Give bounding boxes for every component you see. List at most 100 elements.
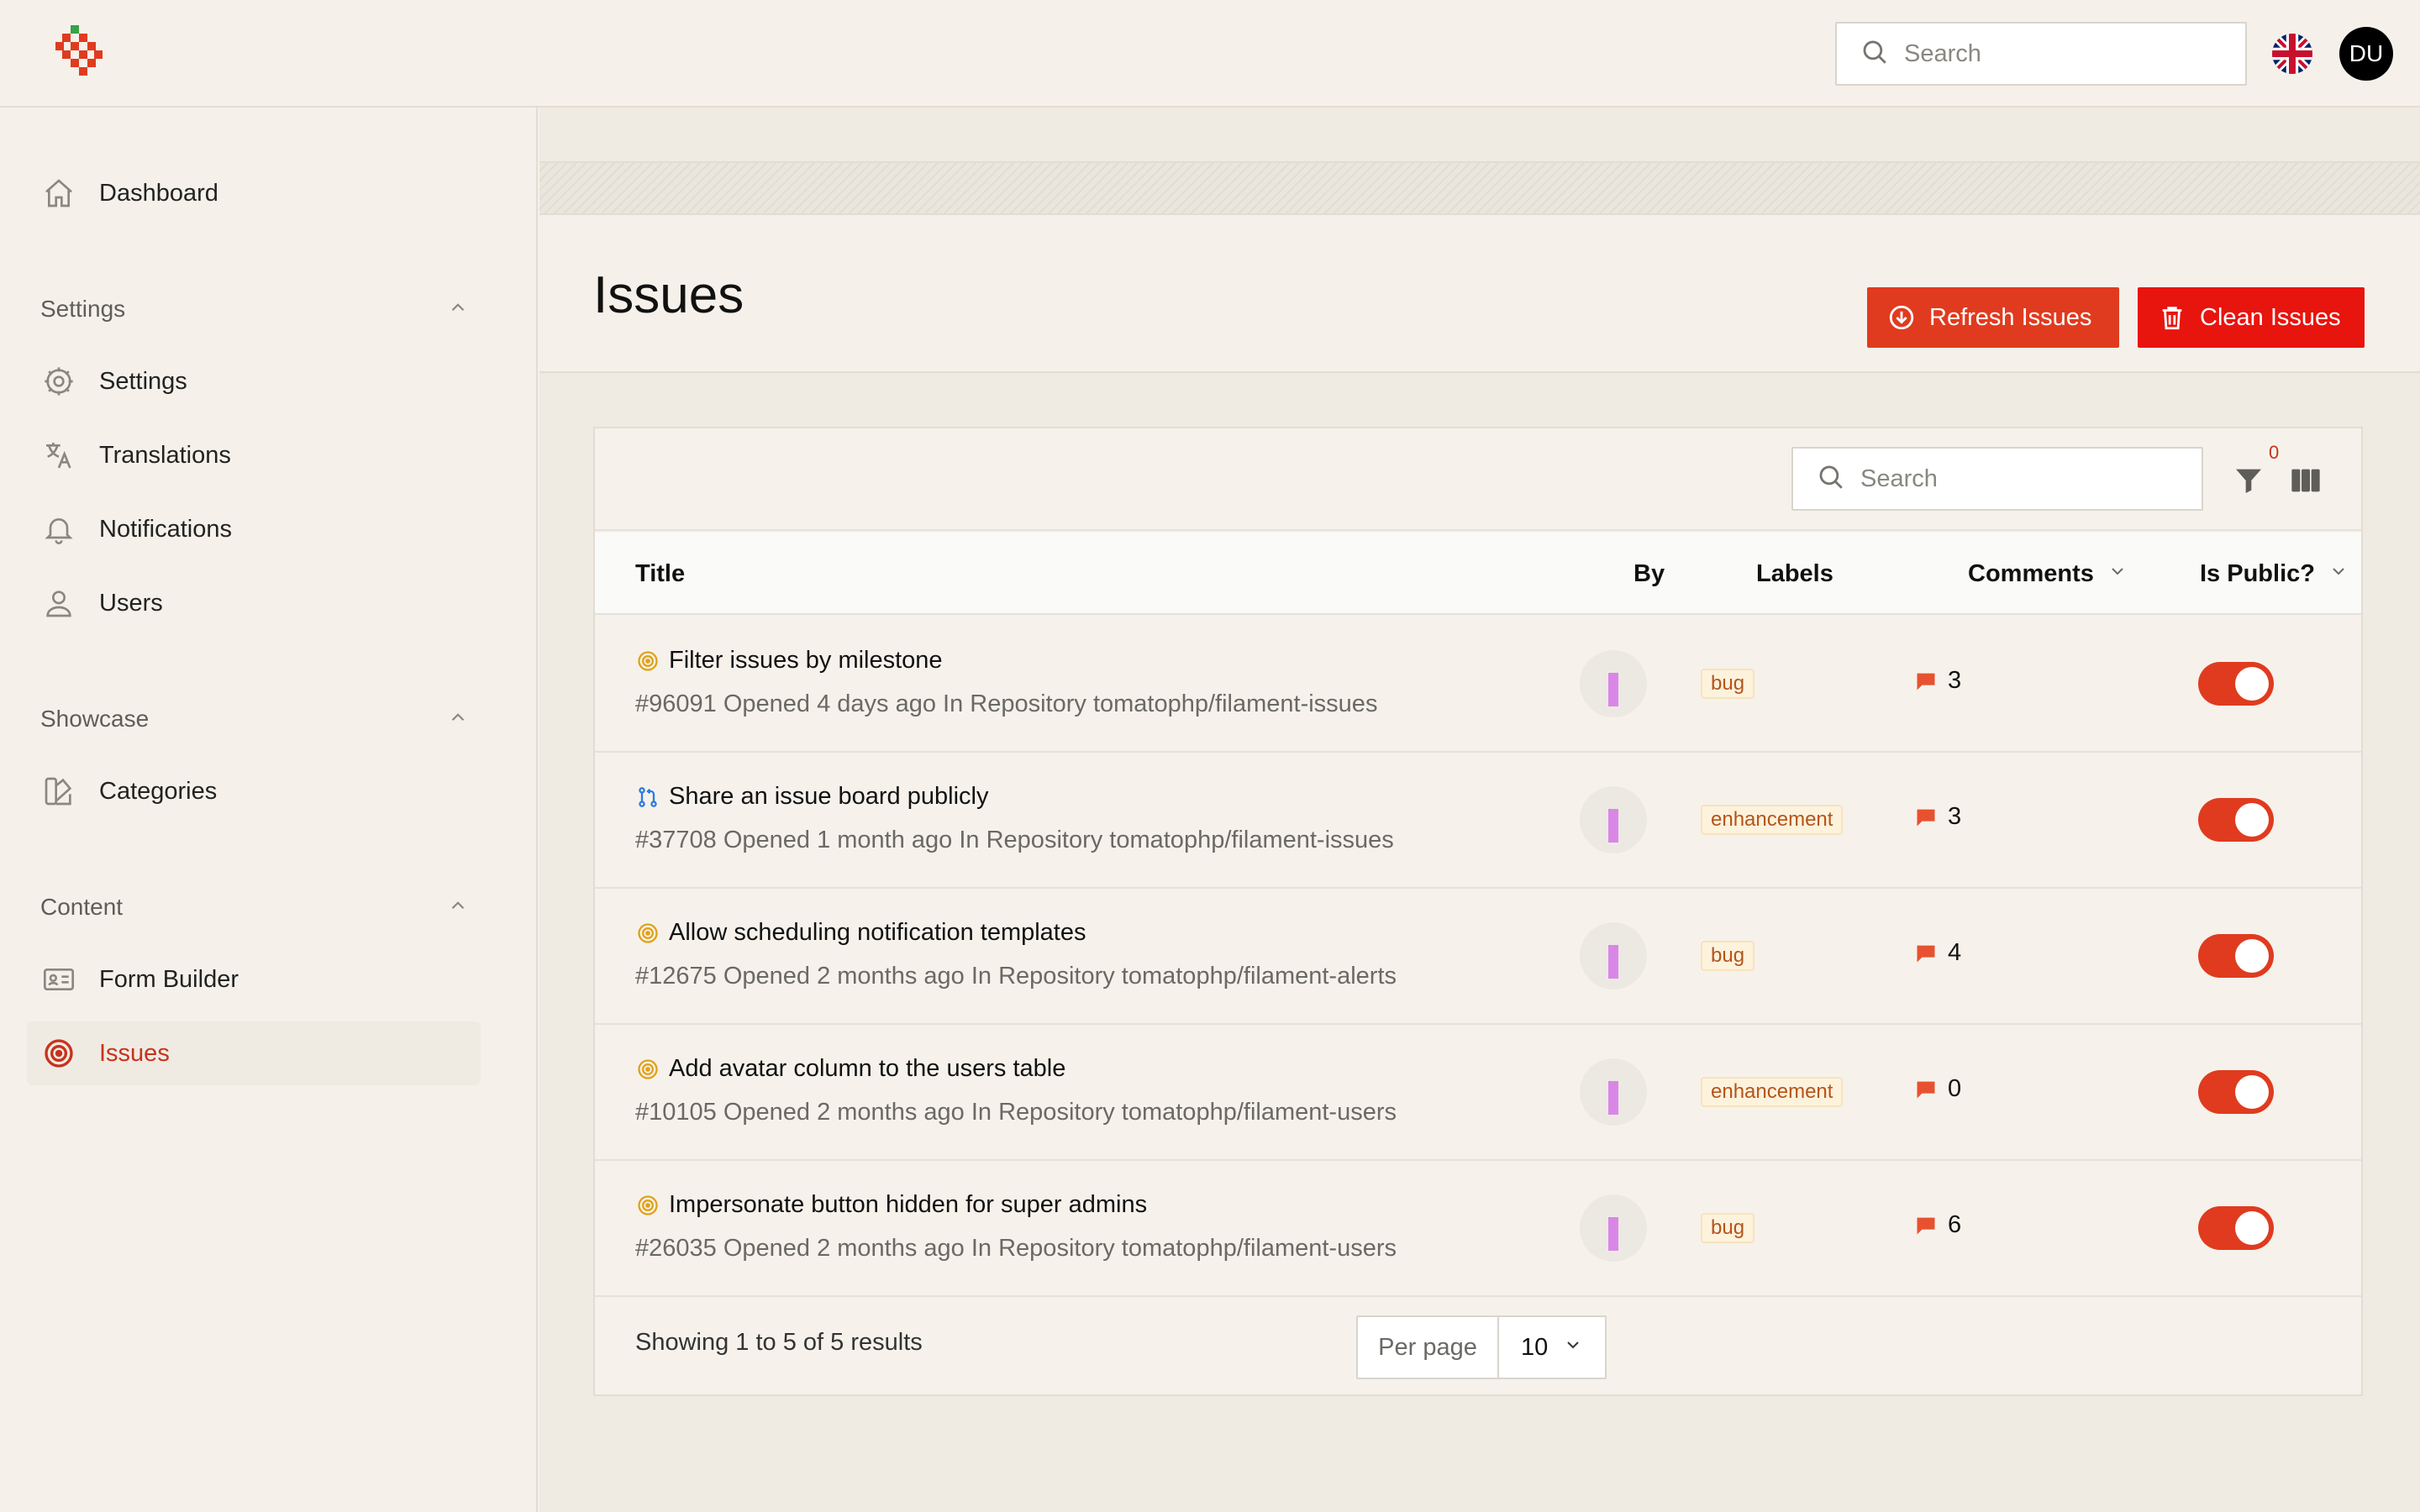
table-row[interactable]: Filter issues by milestone #96091 Opened…: [595, 617, 2361, 753]
sidebar-group-label: Showcase: [40, 706, 150, 732]
author-avatar: [1580, 922, 1647, 990]
sidebar-item-label: Translations: [99, 441, 231, 469]
issue-title-cell[interactable]: Add avatar column to the users table: [635, 1055, 1065, 1083]
sidebar-item-form-builder[interactable]: Form Builder: [27, 948, 481, 1011]
logo[interactable]: [55, 25, 106, 82]
sidebar-item-issues[interactable]: Issues: [27, 1021, 481, 1085]
issue-title-cell[interactable]: Impersonate button hidden for super admi…: [635, 1191, 1147, 1219]
table-row[interactable]: Impersonate button hidden for super admi…: [595, 1161, 2361, 1297]
sidebar-group-settings[interactable]: Settings: [40, 291, 469, 328]
is-public-toggle[interactable]: [2198, 934, 2274, 978]
issue-title: Add avatar column to the users table: [669, 1055, 1066, 1082]
comments-count: 0: [1914, 1075, 1961, 1103]
author-avatar: [1580, 1058, 1647, 1126]
user-icon: [40, 585, 77, 622]
sidebar-item-label: Notifications: [99, 515, 232, 543]
sidebar-item-label: Users: [99, 589, 163, 617]
comments-value: 6: [1948, 1211, 1962, 1238]
per-page-value-dropdown[interactable]: 10: [1499, 1317, 1605, 1378]
sidebar-item-label: Dashboard: [99, 179, 218, 207]
download-circle-icon: [1887, 303, 1916, 332]
comments-value: 3: [1948, 803, 1962, 830]
user-avatar[interactable]: DU: [2339, 27, 2393, 81]
issue-title: Impersonate button hidden for super admi…: [669, 1191, 1148, 1218]
column-by: By: [1634, 559, 1665, 587]
chevron-up-icon[interactable]: [447, 706, 469, 732]
comments-count: 3: [1914, 667, 1961, 695]
page-header: Issues Refresh Issues Clean Issues: [539, 215, 2420, 373]
issue-open-icon: [635, 1193, 660, 1218]
column-is-public: Is Public?: [2200, 559, 2315, 587]
gear-icon: [40, 363, 77, 400]
swatch-icon: [40, 773, 77, 810]
chevron-down-icon: [2107, 560, 2128, 588]
refresh-issues-button[interactable]: Refresh Issues: [1867, 287, 2119, 348]
sidebar-item-settings[interactable]: Settings: [27, 349, 481, 413]
sidebar-item-label: Settings: [99, 367, 187, 395]
filter-count-badge: 0: [2269, 442, 2280, 463]
table-row[interactable]: Add avatar column to the users table #10…: [595, 1025, 2361, 1161]
filter-icon[interactable]: [2232, 464, 2265, 497]
search-placeholder: Search: [1904, 39, 1981, 67]
clean-issues-label: Clean Issues: [2200, 303, 2341, 331]
issue-description: #96091 Opened 4 days ago In Repository t…: [635, 690, 1378, 717]
table-toolbar: Search 0: [595, 428, 2361, 531]
issue-title: Filter issues by milestone: [669, 647, 943, 674]
table-row[interactable]: Share an issue board publicly #37708 Ope…: [595, 753, 2361, 889]
top-bar: Search DU: [0, 0, 2420, 108]
issue-title-cell[interactable]: Allow scheduling notification templates: [635, 919, 1086, 947]
sidebar-item-dashboard[interactable]: Dashboard: [27, 161, 481, 225]
issue-description: #26035 Opened 2 months ago In Repository…: [635, 1235, 1397, 1262]
column-title: Title: [635, 559, 686, 587]
sidebar-item-notifications[interactable]: Notifications: [27, 497, 481, 561]
column-is-public-sort[interactable]: Is Public?: [2200, 533, 2349, 615]
issue-title-cell[interactable]: Share an issue board publicly: [635, 783, 988, 811]
is-public-toggle[interactable]: [2198, 662, 2274, 706]
column-comments-sort[interactable]: Comments: [1968, 533, 2128, 615]
results-summary: Showing 1 to 5 of 5 results: [635, 1329, 923, 1356]
issue-open-icon: [635, 648, 660, 674]
trash-icon: [2158, 303, 2186, 332]
chat-bubble-icon: [1917, 673, 1935, 690]
chat-bubble-icon: [1917, 809, 1935, 826]
label-badge: enhancement: [1701, 1077, 1844, 1107]
clean-issues-button[interactable]: Clean Issues: [2138, 287, 2365, 348]
per-page-select[interactable]: Per page 10: [1356, 1315, 1607, 1379]
chat-bubble-icon: [1917, 1217, 1935, 1234]
comments-value: 3: [1948, 667, 1962, 694]
label-badge: bug: [1701, 669, 1755, 699]
issue-title-cell[interactable]: Filter issues by milestone: [635, 647, 943, 675]
sidebar-item-label: Form Builder: [99, 965, 239, 993]
sidebar-item-users[interactable]: Users: [27, 571, 481, 635]
issue-title: Share an issue board publicly: [669, 783, 989, 810]
chevron-up-icon[interactable]: [447, 895, 469, 921]
issue-title: Allow scheduling notification templates: [669, 919, 1086, 946]
is-public-toggle[interactable]: [2198, 798, 2274, 842]
is-public-toggle[interactable]: [2198, 1206, 2274, 1250]
table-row[interactable]: Allow scheduling notification templates …: [595, 889, 2361, 1025]
home-icon: [40, 175, 77, 212]
column-comments: Comments: [1968, 559, 2094, 587]
sidebar-item-categories[interactable]: Categories: [27, 759, 481, 823]
chat-bubble-icon: [1917, 1081, 1935, 1098]
sidebar: Dashboard Settings Settings Translations…: [0, 108, 538, 1512]
label-badge: enhancement: [1701, 805, 1844, 835]
sidebar-group-content[interactable]: Content: [40, 889, 469, 926]
columns-icon[interactable]: [2289, 464, 2323, 497]
chevron-down-icon: [1563, 1334, 1583, 1362]
sidebar-group-showcase[interactable]: Showcase: [40, 701, 469, 738]
main-content: Issues Refresh Issues Clean Issues Searc…: [539, 108, 2420, 1512]
sidebar-item-label: Categories: [99, 777, 218, 805]
search-placeholder: Search: [1860, 465, 1938, 492]
chevron-down-icon: [2328, 560, 2349, 588]
target-icon: [40, 1035, 77, 1072]
chevron-up-icon[interactable]: [447, 297, 469, 323]
table-search-input[interactable]: Search: [1791, 447, 2203, 511]
issue-description: #12675 Opened 2 months ago In Repository…: [635, 963, 1397, 990]
table-footer: Showing 1 to 5 of 5 results Per page 10: [595, 1295, 2361, 1394]
sidebar-item-translations[interactable]: Translations: [27, 423, 481, 487]
is-public-toggle[interactable]: [2198, 1070, 2274, 1114]
label-badge: bug: [1701, 1213, 1755, 1243]
uk-flag-icon[interactable]: [2272, 34, 2312, 74]
global-search-input[interactable]: Search: [1835, 22, 2247, 86]
